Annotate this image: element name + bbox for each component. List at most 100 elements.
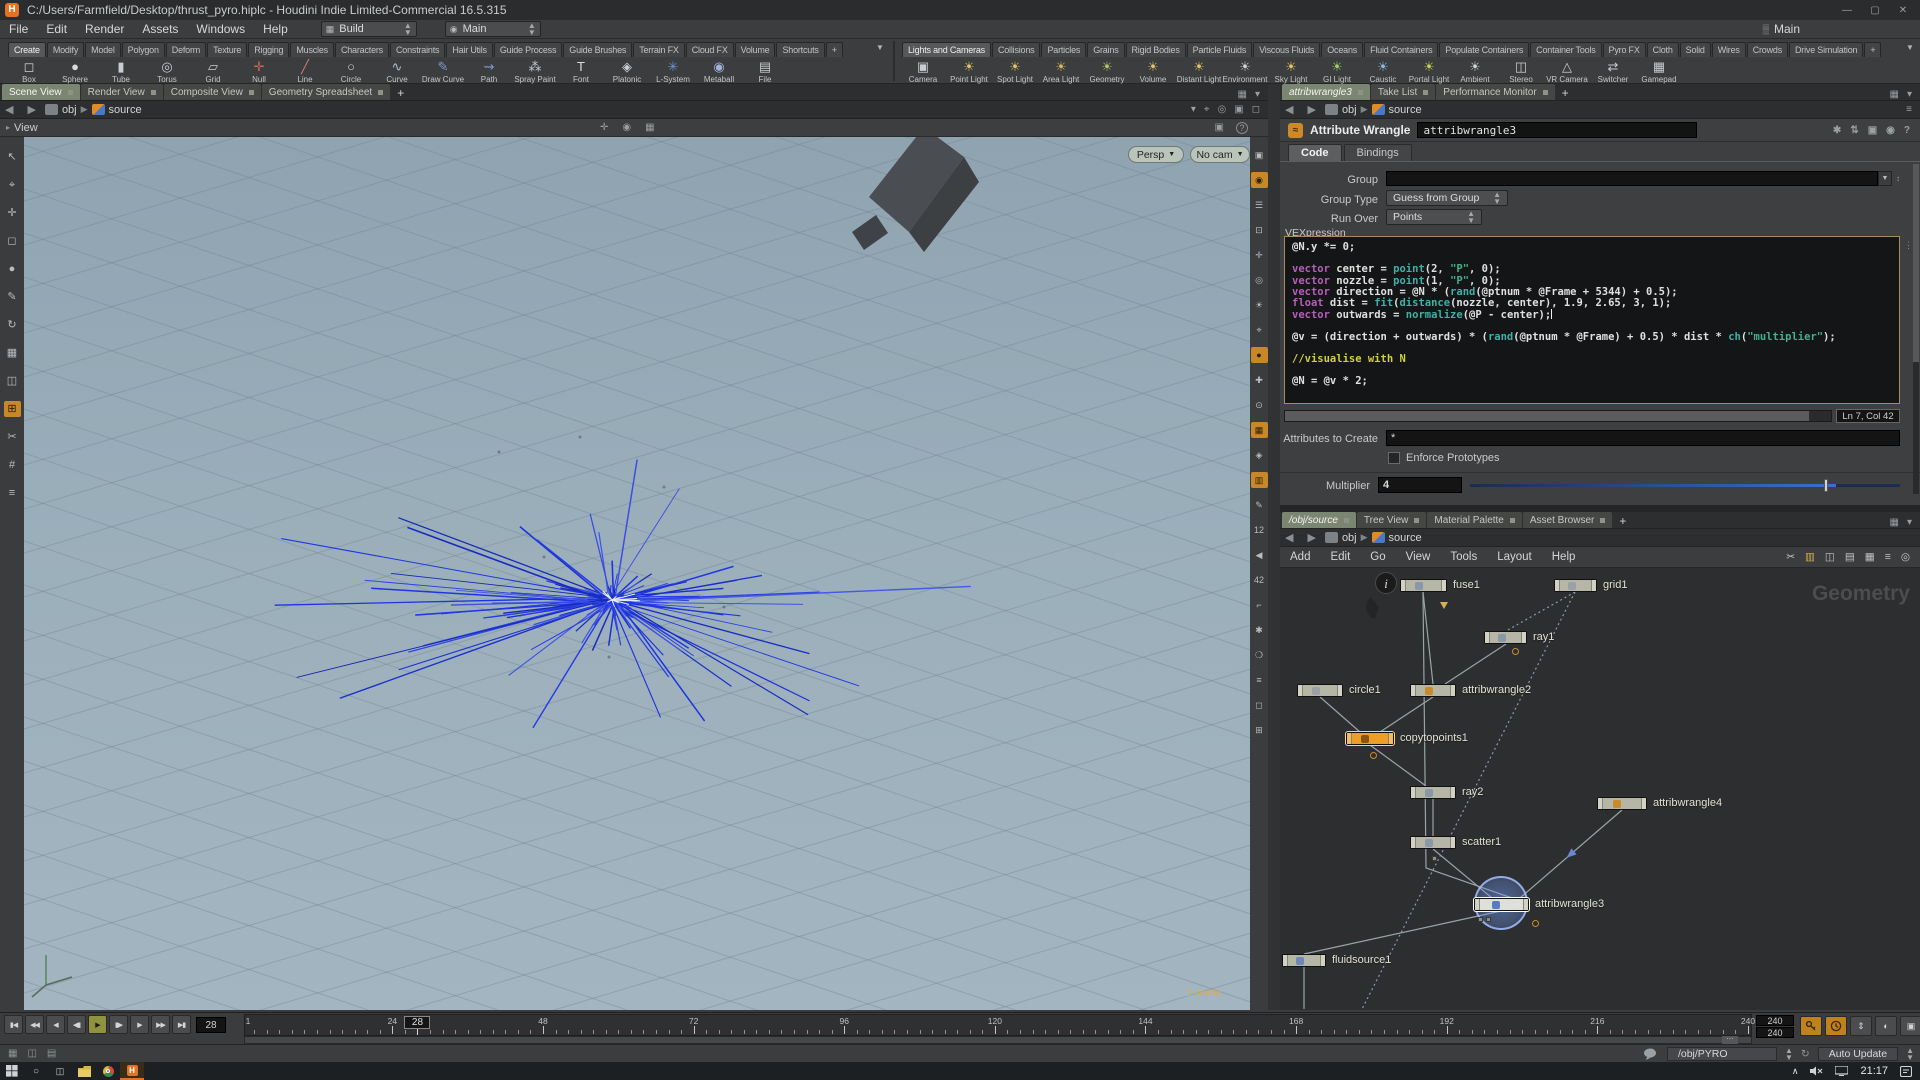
multiplier-field[interactable]: 4 xyxy=(1378,477,1462,493)
tab-obj-source[interactable]: /obj/source xyxy=(1282,512,1356,528)
path-node[interactable]: source xyxy=(109,104,142,116)
network-back-icon[interactable]: ◀ xyxy=(1280,531,1298,544)
display-option-icon-1[interactable]: ◉ xyxy=(1250,172,1268,188)
file-explorer-icon[interactable] xyxy=(72,1062,96,1080)
shelf-tool-l-system[interactable]: ✳ L-System xyxy=(650,60,696,84)
display-option-icon-9[interactable]: ✚ xyxy=(1251,372,1268,388)
node-input-flag[interactable] xyxy=(1411,837,1416,848)
layout-quad-icon[interactable]: ◻ xyxy=(1252,104,1260,115)
houdini-taskbar-icon[interactable]: H xyxy=(120,1062,144,1080)
status-panel-icon[interactable]: ◫ xyxy=(27,1048,36,1059)
tab-take-list[interactable]: Take List xyxy=(1370,84,1436,100)
params-pane-menu-icon[interactable]: ▾ xyxy=(1907,89,1912,100)
display-option-icon-22[interactable]: ◻ xyxy=(1251,697,1268,713)
prev-keyframe-button[interactable]: ◀◀ xyxy=(25,1015,44,1034)
network-menu-go[interactable]: Go xyxy=(1360,551,1395,563)
node-input-flag[interactable] xyxy=(1598,798,1603,809)
tab-material-palette[interactable]: Material Palette xyxy=(1427,512,1522,528)
shelf-tool-distant-light[interactable]: ☀ Distant Light xyxy=(1176,60,1222,84)
menu-windows[interactable]: Windows xyxy=(187,20,254,39)
group-field[interactable] xyxy=(1386,171,1878,186)
network-display-icon[interactable]: ▤ xyxy=(1845,551,1855,563)
params-scrollbar[interactable] xyxy=(1913,164,1919,494)
run-over-dropdown[interactable]: Points ▲ ▼ xyxy=(1386,209,1482,225)
node-input-flag[interactable] xyxy=(1485,632,1490,643)
shelf-tool-gi-light[interactable]: ☀ GI Light xyxy=(1314,60,1360,84)
projection-selector[interactable]: Persp ▼ xyxy=(1128,146,1184,163)
network-zoom-icon[interactable]: ◎ xyxy=(1901,551,1910,563)
next-keyframe-button[interactable]: ▶▶ xyxy=(151,1015,170,1034)
path-context[interactable]: obj xyxy=(62,104,77,116)
network-new-tab-button[interactable]: + xyxy=(1613,514,1632,528)
shelf-tab-particle-fluids[interactable]: Particle Fluids xyxy=(1186,42,1253,57)
presets-icon[interactable]: ⇅ xyxy=(1850,125,1858,136)
chrome-icon[interactable] xyxy=(96,1062,120,1080)
update-mode-spinner-icon[interactable]: ▲ ▼ xyxy=(1906,1046,1914,1061)
snap-icon[interactable]: ✛ xyxy=(600,122,608,133)
realtime-toggle-button[interactable] xyxy=(1825,1016,1847,1036)
minimize-button[interactable]: — xyxy=(1834,3,1860,18)
shelf-tool-curve[interactable]: ∿ Curve xyxy=(374,60,420,84)
shelf-tab-create[interactable]: Create xyxy=(8,42,46,57)
shelf-tab-collisions[interactable]: Collisions xyxy=(991,42,1041,57)
node-output-flag[interactable] xyxy=(1449,787,1455,798)
tab-render-view[interactable]: Render View xyxy=(80,84,163,100)
display-option-icon-20[interactable]: ❍ xyxy=(1251,647,1268,663)
display-option-icon-23[interactable]: ⊞ xyxy=(1251,722,1268,738)
desktop-combo[interactable]: ▦ Build ▲ ▼ xyxy=(320,21,417,37)
shelf-tab-volume[interactable]: Volume xyxy=(734,42,776,57)
network-pane-menu-icon[interactable]: ▾ xyxy=(1907,517,1912,528)
node-fuse1[interactable] xyxy=(1400,579,1447,592)
viewport-tool-icon-12[interactable]: ≡ xyxy=(4,485,21,501)
shelf-tab-oceans[interactable]: Oceans xyxy=(1321,42,1364,57)
node-circle1[interactable] xyxy=(1297,684,1343,697)
range-handle[interactable]: ⋯ xyxy=(1722,1036,1738,1044)
shelf-tool-spot-light[interactable]: ☀ Spot Light xyxy=(992,60,1038,84)
subtab-code[interactable]: Code xyxy=(1288,144,1342,161)
viewport-tool-icon-1[interactable]: ⌖ xyxy=(4,177,21,193)
network-menu-layout[interactable]: Layout xyxy=(1487,551,1542,563)
shelf-tool-line[interactable]: ╱ Line xyxy=(282,60,328,84)
node-output-flag[interactable] xyxy=(1520,632,1526,643)
shelf-overflow-right-icon[interactable]: ▼ xyxy=(1906,43,1914,52)
shelf-tool-camera[interactable]: ▣ Camera xyxy=(900,60,946,84)
auto-key-button[interactable] xyxy=(1800,1016,1822,1036)
node-attribwrangle2[interactable] xyxy=(1410,684,1456,697)
shelf-tab-add[interactable]: + xyxy=(825,42,843,57)
view-menu-icon[interactable]: ▸ xyxy=(0,123,14,132)
shelf-tab-grains[interactable]: Grains xyxy=(1087,42,1125,57)
node-input-flag[interactable] xyxy=(1283,955,1288,966)
attributes-to-create-field[interactable]: * xyxy=(1386,430,1900,446)
tab-tree-view[interactable]: Tree View xyxy=(1356,512,1427,528)
shelf-tab-fluid-containers[interactable]: Fluid Containers xyxy=(1364,42,1439,57)
pane-splitter[interactable] xyxy=(1268,84,1280,1010)
pin-icon[interactable]: ⌖ xyxy=(1204,104,1210,115)
viewport-tool-icon-0[interactable]: ↖ xyxy=(4,149,21,165)
start-button[interactable] xyxy=(0,1062,24,1080)
shelf-tab-viscous-fluids[interactable]: Viscous Fluids xyxy=(1253,42,1321,57)
display-option-icon-0[interactable]: ▣ xyxy=(1251,147,1268,163)
notification-center-icon[interactable] xyxy=(1900,1065,1912,1077)
viewport-tool-icon-10[interactable]: ✂ xyxy=(4,429,21,445)
viewport-tool-icon-4[interactable]: ● xyxy=(4,261,21,277)
viewport-tool-icon-3[interactable]: ◻ xyxy=(4,233,21,249)
path-spinner-icon[interactable]: ▲ ▼ xyxy=(1785,1046,1793,1061)
viewport-tool-icon-11[interactable]: # xyxy=(4,457,21,473)
params-pane-layout-icon[interactable]: ▦ xyxy=(1890,89,1899,100)
params-forward-icon[interactable]: ▶ xyxy=(1302,103,1320,116)
params-path-node[interactable]: source xyxy=(1389,104,1422,116)
link-icon[interactable]: ◎ xyxy=(1218,104,1227,115)
node-help-icon[interactable]: ? xyxy=(1904,125,1910,136)
node-fluidsource1[interactable] xyxy=(1282,954,1326,967)
viewport-3d[interactable] xyxy=(24,137,1250,1010)
shelf-tab-modify[interactable]: Modify xyxy=(46,42,85,57)
shelf-tool-sphere[interactable]: ● Sphere xyxy=(52,60,98,84)
display-option-icon-10[interactable]: ⊙ xyxy=(1251,397,1268,413)
shelf-tab-rigid-bodies[interactable]: Rigid Bodies xyxy=(1125,42,1186,57)
playback-end-field[interactable]: 240 xyxy=(1756,1027,1794,1038)
forward-step-button[interactable]: ▶ xyxy=(130,1015,149,1034)
network-menu-edit[interactable]: Edit xyxy=(1320,551,1360,563)
viewport-tool-icon-6[interactable]: ↻ xyxy=(4,317,21,333)
shelf-tool-point-light[interactable]: ☀ Point Light xyxy=(946,60,992,84)
new-tab-button[interactable]: + xyxy=(391,86,410,100)
